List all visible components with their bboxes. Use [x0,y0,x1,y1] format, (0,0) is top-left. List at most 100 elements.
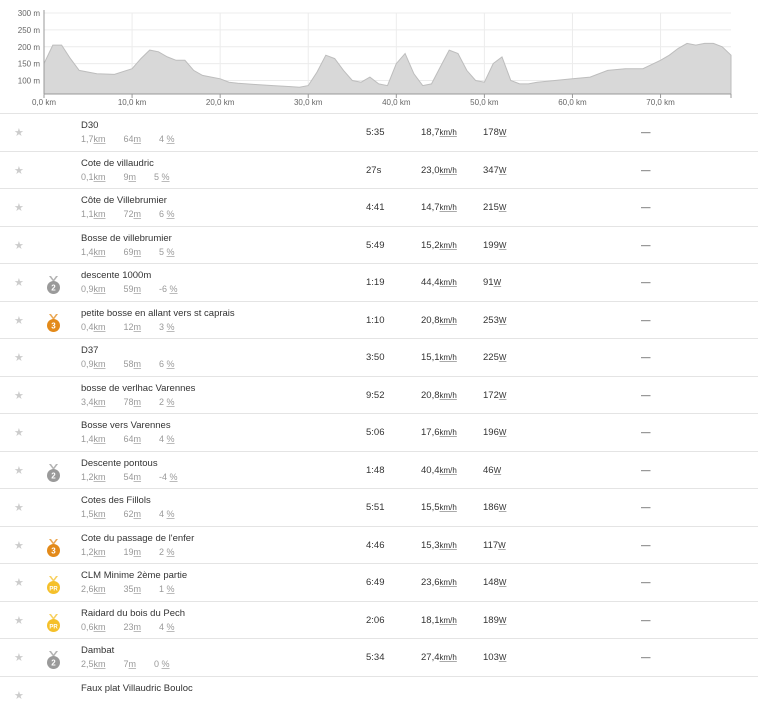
segment-speed: 20,8km/h [421,390,457,401]
segment-name-link[interactable]: bosse de verlhac Varennes [81,383,195,394]
segment-rank: — [641,165,651,176]
segment-name-link[interactable]: D37 [81,345,98,356]
distance-unit: km [94,284,106,294]
segment-row[interactable]: ★ 3 Cote du passage de l'enfer1,2km19m2 … [0,526,758,564]
segment-name-link[interactable]: D30 [81,120,98,131]
star-icon[interactable]: ★ [14,466,25,477]
star-icon[interactable]: ★ [14,503,25,514]
segment-name-link[interactable]: Bosse vers Varennes [81,420,171,431]
star-icon[interactable]: ★ [14,316,25,327]
segment-time: 3:50 [366,352,385,363]
segment-row[interactable]: ★D370,9km58m6 %3:5015,1km/h225W— [0,338,758,376]
segment-grade: 4 % [159,622,184,632]
segment-distance: 0,6km [81,622,115,632]
star-icon[interactable]: ★ [14,541,25,552]
segment-row[interactable]: ★ Faux plat Villaudric Bouloc [0,676,758,713]
star-icon[interactable]: ★ [14,166,25,177]
speed-unit: km/h [440,653,457,662]
segment-speed: 15,5km/h [421,502,457,513]
star-icon[interactable]: ★ [14,353,25,364]
segment-name-link[interactable]: CLM Minime 2ème partie [81,570,187,581]
grade-unit: % [167,547,175,557]
speed-unit: km/h [440,316,457,325]
star-icon[interactable]: ★ [14,578,25,589]
segment-elevation: 62m [124,509,151,519]
star-icon[interactable]: ★ [14,278,25,289]
silver-medal-icon: 2 [46,651,61,670]
segment-elevation: 69m [124,247,151,257]
segment-time: 4:46 [366,540,385,551]
segment-row[interactable]: ★ 2 Dambat2,5km7m0 %5:3427,4km/h103W— [0,638,758,676]
segment-row[interactable]: ★bosse de verlhac Varennes3,4km78m2 %9:5… [0,376,758,414]
segment-row[interactable]: ★Bosse vers Varennes1,4km64m4 %5:0617,6k… [0,413,758,451]
segment-rank: — [641,540,651,551]
segment-name-link[interactable]: Dambat [81,645,114,656]
speed-unit: km/h [440,616,457,625]
segment-stats: 0,9km58m6 % [81,359,193,369]
segment-row[interactable]: ★ PR CLM Minime 2ème partie2,6km35m1 %6:… [0,563,758,601]
segment-name-link[interactable]: Faux plat Villaudric Bouloc [81,683,193,694]
segment-name-link[interactable]: Cotes des Fillols [81,495,151,506]
segment-name-link[interactable]: descente 1000m [81,270,151,281]
segment-row[interactable]: ★Cote de villaudric0,1km9m5 %27s23,0km/h… [0,151,758,189]
segment-power: 46W [483,465,501,476]
segment-name-link[interactable]: petite bosse en allant vers st caprais [81,308,235,319]
elevation-unit: m [134,209,142,219]
svg-text:2: 2 [51,471,56,480]
segment-row[interactable]: ★Côte de Villebrumier1,1km72m6 %4:4114,7… [0,188,758,226]
star-icon[interactable]: ★ [14,691,25,702]
star-icon[interactable]: ★ [14,616,25,627]
segment-name-link[interactable]: Cote du passage de l'enfer [81,533,194,544]
segment-power: 178W [483,127,506,138]
grade-unit: % [162,172,170,182]
star-icon[interactable]: ★ [14,203,25,214]
speed-unit: km/h [440,128,457,137]
segment-speed: 18,1km/h [421,615,457,626]
segment-rank: — [641,127,651,138]
star-icon[interactable]: ★ [14,391,25,402]
segment-name-link[interactable]: Cote de villaudric [81,158,154,169]
segment-name-link[interactable]: Raidard du bois du Pech [81,608,185,619]
distance-unit: km [94,359,106,369]
segment-stats: 0,4km12m3 % [81,322,193,332]
segment-elevation: 54m [124,472,151,482]
segment-grade: -4 % [159,472,187,482]
star-icon[interactable]: ★ [14,428,25,439]
segment-row[interactable]: ★ 2 Descente pontous1,2km54m-4 %1:4840,4… [0,451,758,489]
segment-rank: — [641,277,651,288]
distance-unit: km [94,209,106,219]
segment-row[interactable]: ★Cotes des Fillols1,5km62m4 %5:5115,5km/… [0,488,758,526]
segment-time: 1:19 [366,277,385,288]
y-tick-label: 100 m [18,77,41,86]
star-icon[interactable]: ★ [14,241,25,252]
segment-row[interactable]: ★Bosse de villebrumier1,4km69m5 %5:4915,… [0,226,758,264]
power-unit: W [499,128,507,137]
segment-row[interactable]: ★ PR Raidard du bois du Pech0,6km23m4 %2… [0,601,758,639]
distance-unit: km [94,247,106,257]
svg-text:3: 3 [51,321,56,330]
segment-name-link[interactable]: Côte de Villebrumier [81,195,167,206]
segment-stats: 1,1km72m6 % [81,209,193,219]
segment-grade: 4 % [159,134,184,144]
grade-unit: % [167,434,175,444]
segment-time: 5:35 [366,127,385,138]
segment-row[interactable]: ★ 3 petite bosse en allant vers st capra… [0,301,758,339]
segment-power: 186W [483,502,506,513]
segment-row[interactable]: ★ 2 descente 1000m0,9km59m-6 %1:1944,4km… [0,263,758,301]
star-icon[interactable]: ★ [14,128,25,139]
segment-power: 225W [483,352,506,363]
segment-elevation: 78m [124,397,151,407]
elevation-unit: m [134,284,142,294]
segment-power: 196W [483,427,506,438]
segment-speed: 44,4km/h [421,277,457,288]
svg-text:2: 2 [51,284,56,293]
speed-unit: km/h [440,241,457,250]
segment-row[interactable]: ★D301,7km64m4 %5:3518,7km/h178W— [0,113,758,151]
segment-distance: 1,1km [81,209,115,219]
segment-name-link[interactable]: Descente pontous [81,458,158,469]
segment-name-link[interactable]: Bosse de villebrumier [81,233,172,244]
star-icon[interactable]: ★ [14,653,25,664]
elevation-unit: m [134,247,142,257]
distance-unit: km [94,547,106,557]
segment-speed: 23,6km/h [421,577,457,588]
